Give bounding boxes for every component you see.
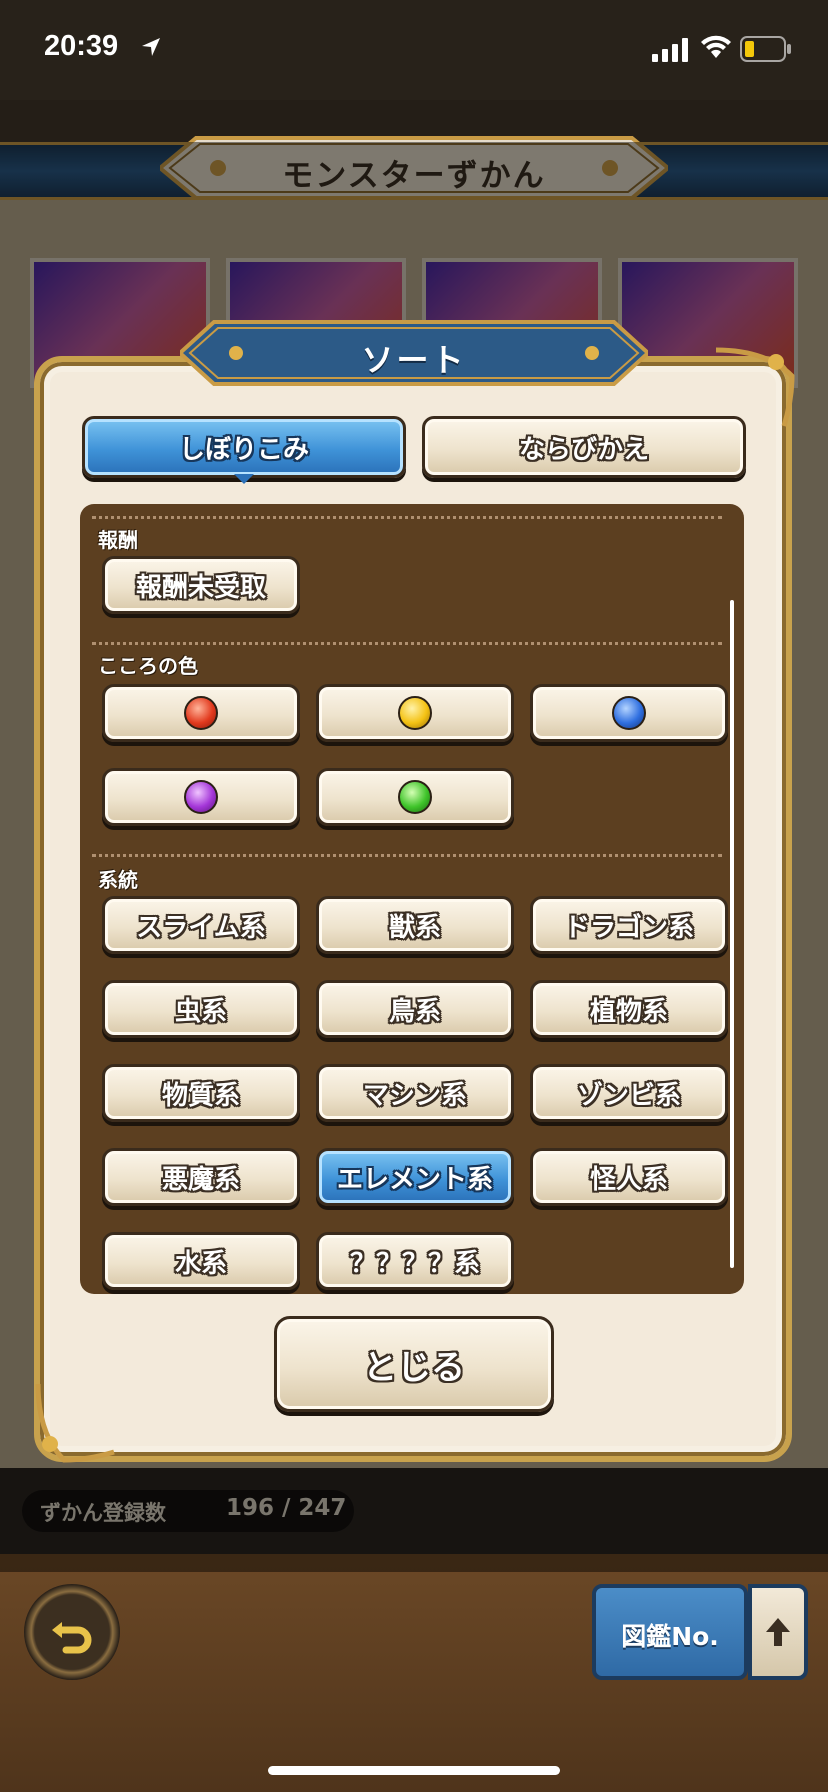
- return-arrow-icon: [52, 1622, 92, 1654]
- heart-color-yellow-button[interactable]: [316, 684, 514, 742]
- family-water-button[interactable]: 水系: [102, 1232, 300, 1290]
- purple-gem-icon: [184, 780, 218, 814]
- section-divider: [92, 516, 722, 519]
- family-demon-button[interactable]: 悪魔系: [102, 1148, 300, 1206]
- heart-color-purple-button[interactable]: [102, 768, 300, 826]
- section-label-family: 系統: [98, 868, 138, 892]
- section-label-reward: 報酬: [98, 528, 138, 552]
- corner-ornament-icon: [35, 1383, 115, 1463]
- cellular-signal-icon: [652, 38, 688, 62]
- family-plant-button[interactable]: 植物系: [530, 980, 728, 1038]
- family-machine-button[interactable]: マシン系: [316, 1064, 514, 1122]
- family-element-button[interactable]: エレメント系: [316, 1148, 514, 1206]
- section-divider: [92, 854, 722, 857]
- sort-key-label: 図鑑No.: [621, 1622, 719, 1651]
- wifi-icon: [701, 35, 731, 58]
- section-label-heart-color: こころの色: [98, 654, 198, 678]
- active-tab-pointer: [234, 474, 254, 484]
- family-beast-button[interactable]: 獣系: [316, 896, 514, 954]
- green-gem-icon: [398, 780, 432, 814]
- modal-title: ソート: [361, 341, 467, 379]
- heart-color-red-button[interactable]: [102, 684, 300, 742]
- arrow-up-icon: [766, 1618, 790, 1646]
- yellow-gem-icon: [398, 696, 432, 730]
- family-slime-button[interactable]: スライム系: [102, 896, 300, 954]
- family-insect-button[interactable]: 虫系: [102, 980, 300, 1038]
- family-bird-button[interactable]: 鳥系: [316, 980, 514, 1038]
- family-dragon-button[interactable]: ドラゴン系: [530, 896, 728, 954]
- battery-icon: [740, 36, 791, 62]
- filter-unclaimed-reward-button[interactable]: 報酬未受取: [102, 556, 300, 614]
- heart-color-green-button[interactable]: [316, 768, 514, 826]
- family-unknown-button[interactable]: ？？？？系: [316, 1232, 514, 1290]
- tab-sort[interactable]: ならびかえ: [422, 416, 746, 478]
- status-time: 20:39: [44, 30, 119, 62]
- home-indicator: [268, 1766, 560, 1775]
- tab-filter[interactable]: しぼりこみ: [82, 416, 406, 478]
- location-arrow-icon: [142, 38, 160, 56]
- filter-scrollbar[interactable]: [730, 600, 734, 1268]
- family-material-button[interactable]: 物質系: [102, 1064, 300, 1122]
- section-divider: [92, 642, 722, 645]
- family-zombie-button[interactable]: ゾンビ系: [530, 1064, 728, 1122]
- heart-color-blue-button[interactable]: [530, 684, 728, 742]
- family-humanoid-button[interactable]: 怪人系: [530, 1148, 728, 1206]
- red-gem-icon: [184, 696, 218, 730]
- close-button[interactable]: とじる: [274, 1316, 554, 1412]
- blue-gem-icon: [612, 696, 646, 730]
